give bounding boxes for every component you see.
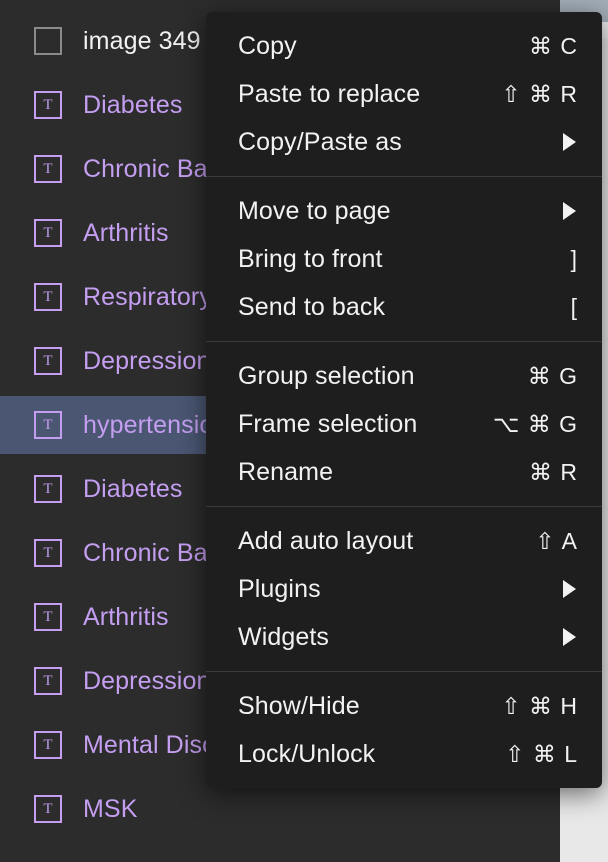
menu-item-widgets[interactable]: Widgets xyxy=(206,613,602,661)
menu-separator xyxy=(206,176,602,177)
figma-layers-context-menu-screen: image 349 T Diabetes T Chronic Back Pain T Art… xyxy=(0,0,608,862)
text-layer-icon: T xyxy=(34,731,62,759)
menu-item-label: Group selection xyxy=(238,361,415,390)
menu-item-shortcut: ⇧ ⌘ L xyxy=(505,740,578,767)
menu-item-shortcut: ] xyxy=(570,245,578,272)
context-menu[interactable]: Copy ⌘ C Paste to replace ⇧ ⌘ R Copy/Paste a… xyxy=(206,12,602,788)
menu-item-rename[interactable]: Rename ⌘ R xyxy=(206,448,602,496)
layer-label: Depression xyxy=(83,666,211,695)
submenu-arrow-icon xyxy=(563,628,576,646)
submenu-arrow-icon xyxy=(563,202,576,220)
menu-group: Group selection ⌘ G Frame selection ⌥ ⌘ G Re… xyxy=(206,352,602,496)
text-layer-icon: T xyxy=(34,539,62,567)
menu-group: Show/Hide ⇧ ⌘ H Lock/Unlock ⇧ ⌘ L xyxy=(206,682,602,778)
menu-item-label: Copy xyxy=(238,31,297,60)
layer-label: image 349 xyxy=(83,26,201,55)
menu-separator xyxy=(206,506,602,507)
menu-item-label: Widgets xyxy=(238,622,330,651)
menu-group: Move to page Bring to front] Send to back [ xyxy=(206,187,602,331)
menu-item-label: Lock/Unlock xyxy=(238,739,376,768)
submenu-arrow-icon xyxy=(563,133,576,151)
text-layer-icon: T xyxy=(34,91,62,119)
menu-item-shortcut: ⌘ G xyxy=(527,362,578,389)
menu-item-lock-unlock[interactable]: Lock/Unlock ⇧ ⌘ L xyxy=(206,730,602,778)
layer-label: Depression xyxy=(83,346,211,375)
menu-item-add-auto-layout[interactable]: Add auto layout ⇧ A xyxy=(206,517,602,565)
text-layer-icon: T xyxy=(34,219,62,247)
text-layer-icon: T xyxy=(34,667,62,695)
menu-item-label: Send to back xyxy=(238,292,386,321)
text-layer-icon: T xyxy=(34,795,62,823)
menu-item-copy[interactable]: Copy ⌘ C xyxy=(206,22,602,70)
layer-label: MSK xyxy=(83,794,138,823)
layer-label: Respiratory xyxy=(83,282,212,311)
menu-item-label: Show/Hide xyxy=(238,691,360,720)
menu-item-shortcut: ⇧ ⌘ R xyxy=(501,80,578,107)
menu-group: Add auto layout ⇧ A Plugins Widgets xyxy=(206,517,602,661)
image-layer-icon xyxy=(34,27,62,55)
layer-label: Diabetes xyxy=(83,474,183,503)
menu-item-label: Plugins xyxy=(238,574,321,603)
menu-item-plugins[interactable]: Plugins xyxy=(206,565,602,613)
menu-item-frame-selection[interactable]: Frame selection ⌥ ⌘ G xyxy=(206,400,602,448)
text-layer-icon: T xyxy=(34,475,62,503)
menu-item-group-selection[interactable]: Group selection ⌘ G xyxy=(206,352,602,400)
layer-label: Diabetes xyxy=(83,90,183,119)
layer-label: Arthritis xyxy=(83,602,169,631)
menu-item-paste-to-replace[interactable]: Paste to replace ⇧ ⌘ R xyxy=(206,70,602,118)
text-layer-icon: T xyxy=(34,283,62,311)
menu-item-send-to-back[interactable]: Send to back [ xyxy=(206,283,602,331)
layer-label: Arthritis xyxy=(83,218,169,247)
menu-item-show-hide[interactable]: Show/Hide ⇧ ⌘ H xyxy=(206,682,602,730)
menu-item-label: Bring to front xyxy=(238,244,383,273)
menu-item-shortcut: ⇧ A xyxy=(535,527,578,554)
layer-row-partial[interactable] xyxy=(0,0,560,4)
menu-item-move-to-page[interactable]: Move to page xyxy=(206,187,602,235)
menu-group: Copy ⌘ C Paste to replace ⇧ ⌘ R Copy/Paste a… xyxy=(206,22,602,166)
submenu-arrow-icon xyxy=(563,580,576,598)
menu-item-copy-paste-as[interactable]: Copy/Paste as xyxy=(206,118,602,166)
menu-item-shortcut: ⌘ C xyxy=(529,32,578,59)
text-layer-icon: T xyxy=(34,347,62,375)
menu-item-label: Add auto layout xyxy=(238,526,414,555)
menu-item-label: Paste to replace xyxy=(238,79,421,108)
menu-item-shortcut: ⌥ ⌘ G xyxy=(492,410,578,437)
text-layer-icon: T xyxy=(34,411,62,439)
menu-separator xyxy=(206,671,602,672)
text-layer-icon: T xyxy=(34,155,62,183)
layer-row[interactable]: T MSK xyxy=(0,780,560,838)
menu-item-shortcut: ⇧ ⌘ H xyxy=(501,692,578,719)
menu-separator xyxy=(206,341,602,342)
text-layer-icon: T xyxy=(34,603,62,631)
menu-item-bring-to-front[interactable]: Bring to front] xyxy=(206,235,602,283)
menu-item-shortcut: ⌘ R xyxy=(529,458,578,485)
menu-item-label: Copy/Paste as xyxy=(238,127,402,156)
menu-item-label: Move to page xyxy=(238,196,391,225)
menu-item-label: Rename xyxy=(238,457,334,486)
menu-item-label: Frame selection xyxy=(238,409,418,438)
menu-item-shortcut: [ xyxy=(570,293,578,320)
